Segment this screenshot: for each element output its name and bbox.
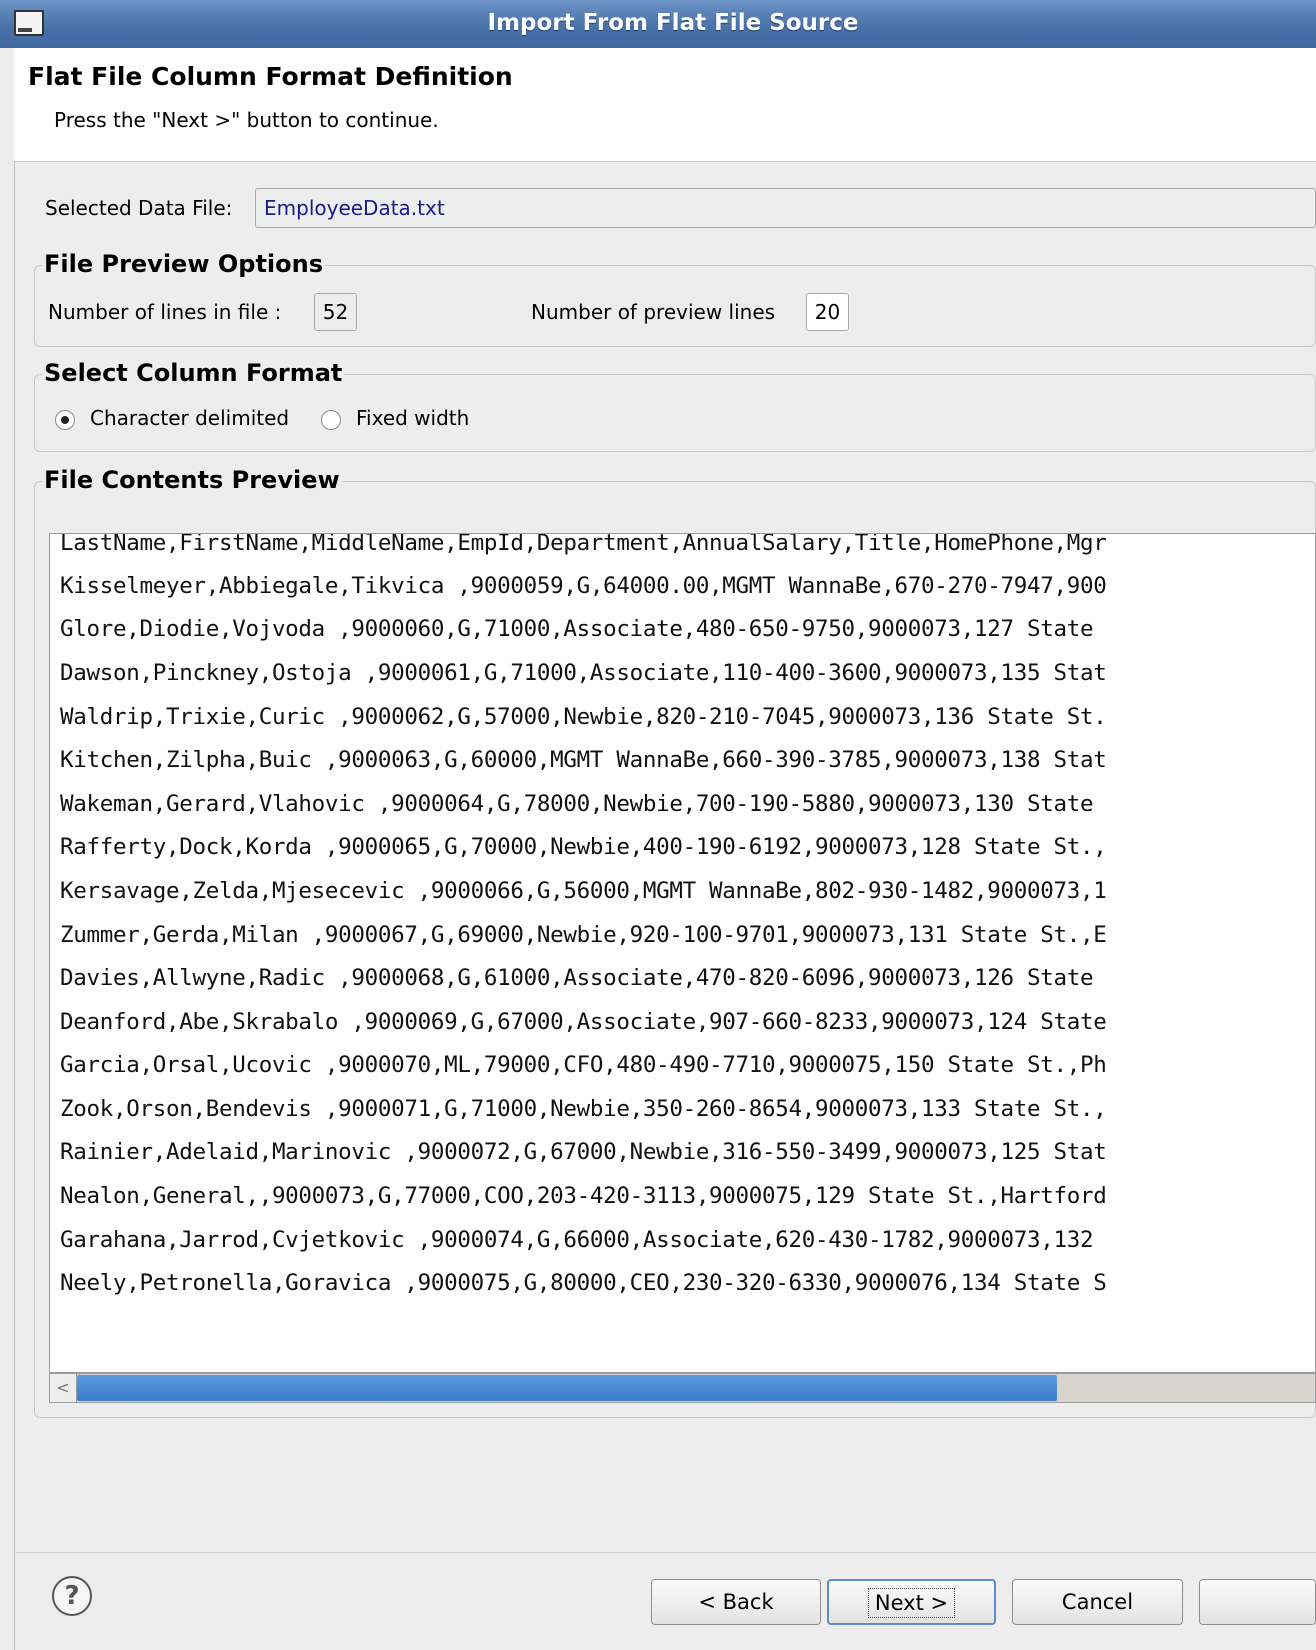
preview-line: Davies,Allwyne,Radic ,9000068,G,61000,As…	[60, 965, 1094, 991]
button-bar-separator	[14, 1552, 1316, 1553]
preview-line: Deanford,Abe,Skrabalo ,9000069,G,67000,A…	[60, 1009, 1107, 1035]
preview-lines-input[interactable]: 20	[806, 293, 849, 331]
wizard-header: Flat File Column Format Definition Press…	[14, 48, 1316, 162]
preview-line: Garahana,Jarrod,Cvjetkovic ,9000074,G,66…	[60, 1227, 1094, 1253]
scrollbar-thumb[interactable]	[77, 1375, 1057, 1401]
cancel-button[interactable]: Cancel	[1012, 1579, 1183, 1625]
selected-file-field[interactable]: EmployeeData.txt	[255, 188, 1316, 228]
selected-file-label: Selected Data File:	[45, 196, 233, 220]
title-bar[interactable]: Import From Flat File Source	[0, 0, 1316, 49]
import-dialog: Import From Flat File Source Flat File C…	[0, 0, 1316, 1650]
file-preview-options-title: File Preview Options	[42, 250, 325, 278]
left-border	[0, 48, 15, 1650]
back-button[interactable]: < Back	[651, 1579, 821, 1625]
preview-line: Kisselmeyer,Abbiegale,Tikvica ,9000059,G…	[60, 573, 1107, 599]
next-button[interactable]: Next >	[827, 1579, 996, 1625]
preview-line: Kitchen,Zilpha,Buic ,9000063,G,60000,MGM…	[60, 747, 1107, 773]
contents-preview-title: File Contents Preview	[42, 466, 342, 494]
horizontal-scrollbar[interactable]: <	[49, 1373, 1316, 1403]
preview-line: Zummer,Gerda,Milan ,9000067,G,69000,Newb…	[60, 922, 1107, 948]
preview-line: Zook,Orson,Bendevis ,9000071,G,71000,New…	[60, 1096, 1107, 1122]
preview-line: Neely,Petronella,Goravica ,9000075,G,800…	[60, 1270, 1107, 1296]
preview-line: Nealon,General,,9000073,G,77000,COO,203-…	[60, 1183, 1107, 1209]
preview-line: Glore,Diodie,Vojvoda ,9000060,G,71000,As…	[60, 616, 1094, 642]
preview-lines-label: Number of preview lines	[531, 300, 776, 324]
next-button-label: Next >	[867, 1588, 956, 1618]
preview-line: Kersavage,Zelda,Mjesecevic ,9000066,G,56…	[60, 878, 1107, 904]
column-format-title: Select Column Format	[42, 359, 345, 387]
preview-line: Garcia,Orsal,Ucovic ,9000070,ML,79000,CF…	[60, 1052, 1107, 1078]
page-subtitle: Press the "Next >" button to continue.	[54, 108, 439, 132]
preview-line: Waldrip,Trixie,Curic ,9000062,G,57000,Ne…	[60, 704, 1107, 730]
fixed-width-radio[interactable]	[321, 410, 341, 430]
contents-preview-text[interactable]: LastName,FirstName,MiddleName,EmpId,Depa…	[49, 533, 1316, 1373]
scroll-left-icon[interactable]: <	[50, 1374, 77, 1402]
preview-line: Rafferty,Dock,Korda ,9000065,G,70000,New…	[60, 834, 1107, 860]
window-title: Import From Flat File Source	[487, 10, 859, 36]
page-title: Flat File Column Format Definition	[28, 62, 513, 91]
preview-line: Wakeman,Gerard,Vlahovic ,9000064,G,78000…	[60, 791, 1094, 817]
help-icon[interactable]: ?	[52, 1576, 92, 1616]
character-delimited-label[interactable]: Character delimited	[90, 406, 289, 430]
preview-line: LastName,FirstName,MiddleName,EmpId,Depa…	[60, 533, 1107, 556]
fixed-width-label[interactable]: Fixed width	[356, 406, 469, 430]
character-delimited-radio[interactable]	[55, 410, 75, 430]
finish-button[interactable]	[1199, 1579, 1316, 1625]
preview-line: Dawson,Pinckney,Ostoja ,9000061,G,71000,…	[60, 660, 1107, 686]
lines-in-file-label: Number of lines in file :	[48, 300, 282, 324]
preview-line: Rainier,Adelaid,Marinovic ,9000072,G,670…	[60, 1139, 1107, 1165]
lines-in-file-value: 52	[314, 293, 357, 331]
